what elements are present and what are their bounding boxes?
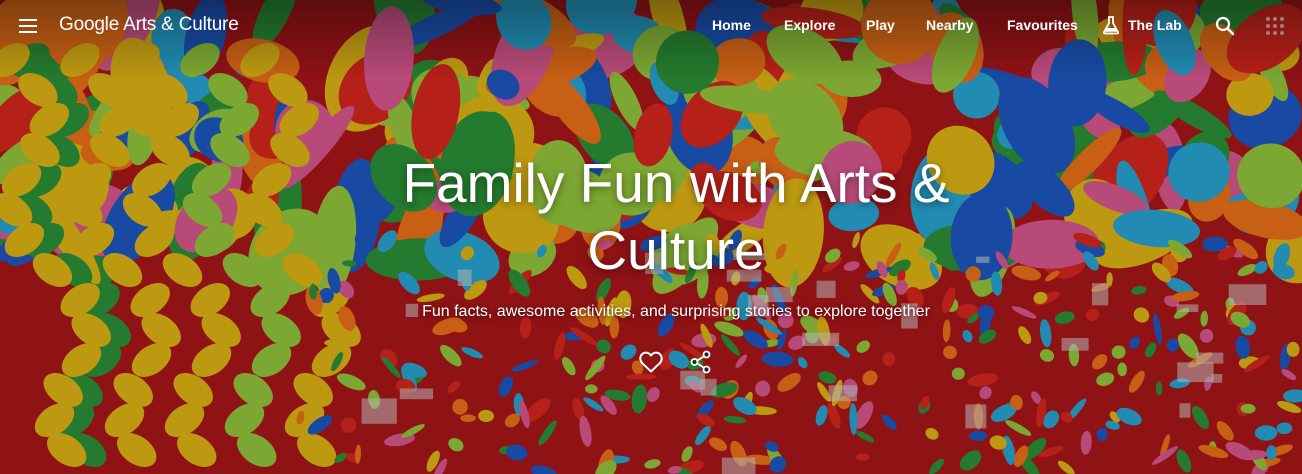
nav-nearby[interactable]: Nearby [926, 17, 973, 33]
flask-icon [1102, 16, 1120, 35]
app-logo[interactable]: Google Arts & Culture [59, 14, 239, 36]
search-icon[interactable] [1213, 14, 1237, 38]
page-title: Family Fun with Arts & Culture [402, 152, 950, 281]
hero-actions [638, 349, 714, 375]
apps-grid-icon[interactable] [1265, 16, 1285, 36]
nav-home[interactable]: Home [712, 17, 751, 33]
menu-icon[interactable] [14, 12, 42, 40]
heart-icon[interactable] [638, 349, 664, 375]
top-app-bar: Google Arts & Culture Home Explore Play … [0, 0, 1302, 52]
page-subtitle: Fun facts, awesome activities, and surpr… [422, 303, 930, 320]
nav-the-lab[interactable]: The Lab [1102, 15, 1182, 35]
nav-explore[interactable]: Explore [784, 17, 835, 33]
nav-the-lab-label: The Lab [1128, 17, 1182, 33]
nav-favourites[interactable]: Favourites [1007, 17, 1078, 33]
hero-section: Google Arts & Culture Home Explore Play … [0, 0, 1302, 474]
nav-play[interactable]: Play [866, 17, 895, 33]
share-icon[interactable] [688, 349, 714, 375]
